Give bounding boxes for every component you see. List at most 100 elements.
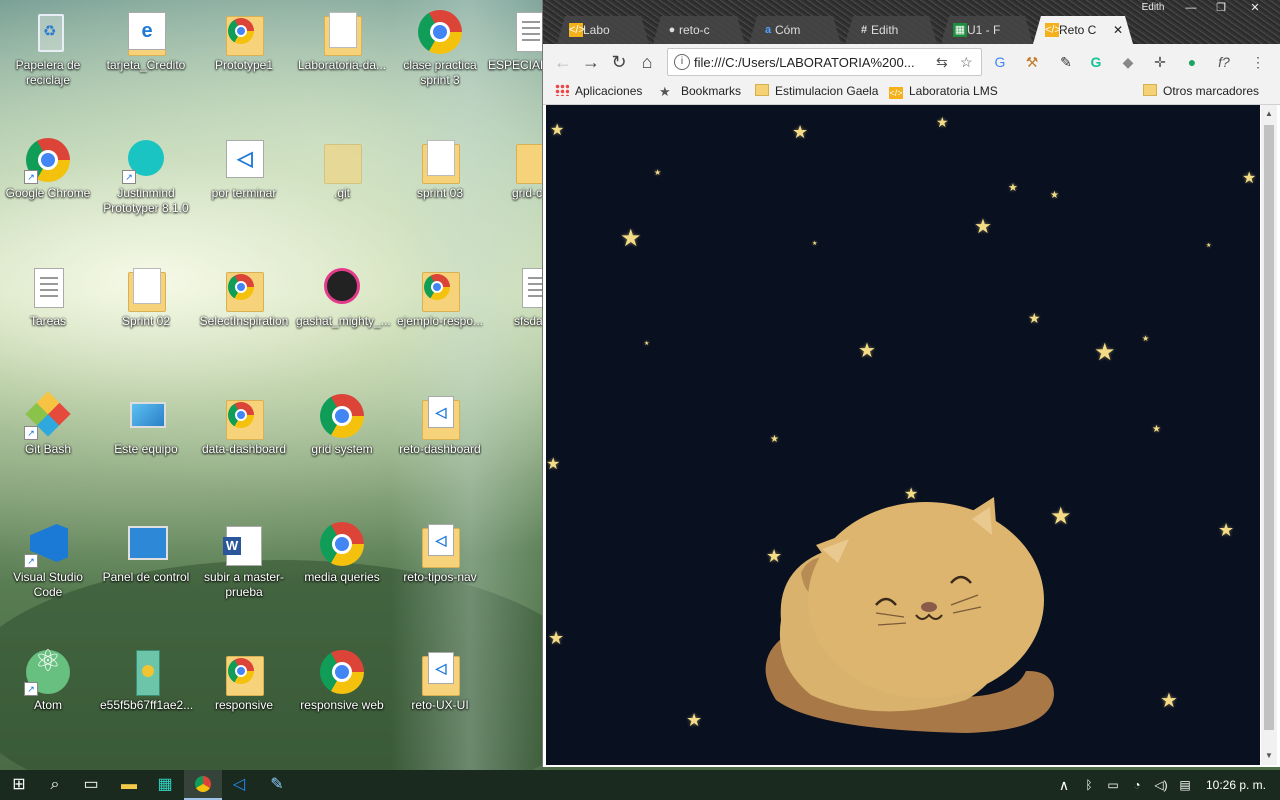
bookmark-laboratoria-lms[interactable]: </> Laboratoria LMS [889, 80, 998, 104]
scroll-down-icon[interactable]: ▼ [1261, 749, 1277, 763]
desktop-icon-grid-system[interactable]: grid system [294, 392, 390, 457]
desktop-icon-google-chrome[interactable]: ↗ Google Chrome [0, 136, 96, 201]
extension-cube-icon[interactable]: ◆ [1119, 53, 1137, 71]
bookmark-bookmarks[interactable]: ★ Bookmarks [659, 80, 741, 104]
home-icon[interactable]: ⌂ [635, 50, 659, 74]
grammarly-icon[interactable]: G [1087, 53, 1105, 71]
desktop-icon-sprint-02[interactable]: Sprint 02 [98, 264, 194, 329]
toolbar: ← → ↻ ⌂ i ⇆ ☆ G ⚒ ✎ G ◆ ✛ ● f? ⋮ [543, 44, 1280, 80]
battery-icon[interactable]: ▭ [1102, 770, 1124, 800]
address-input[interactable] [694, 52, 914, 72]
desktop-icon-clase-practica[interactable]: clase practica sprint 3 [392, 8, 488, 88]
menu-icon[interactable]: ⋮ [1249, 53, 1267, 71]
desktop-icon-tareas[interactable]: Tareas [0, 264, 96, 329]
desktop-icon-responsive-web[interactable]: responsive web [294, 648, 390, 713]
desktop-icon-laboratoria[interactable]: Laboratoria-da... [294, 8, 390, 73]
desktop-icon-tarjeta-credito[interactable]: e tarjeta_Credito [98, 8, 194, 73]
desktop-icon-label: SelectInspiration [199, 314, 289, 328]
extension-hammer-icon[interactable]: ⚒ [1023, 53, 1041, 71]
scroll-up-icon[interactable]: ▲ [1261, 107, 1277, 121]
desktop-icon-prototype1[interactable]: Prototype1 [196, 8, 292, 73]
translate-extension-icon[interactable]: G [991, 53, 1009, 71]
folder-icon [1143, 84, 1157, 96]
desktop-icon-justinmind[interactable]: ↗ Justinmind Prototyper 8.1.0 [98, 136, 194, 216]
tab-como[interactable]: a Cóm [749, 16, 841, 44]
desktop-icon-responsive[interactable]: responsive [196, 648, 292, 713]
page-viewport: ★ ★ ★ ★ ★ ★ ★ ★ ★ ★ ★ ★ ★ ★ ★ ★ ★ ★ ★ ★ ★ ★ ★ ★ ★ ★ [546, 105, 1260, 765]
task-view-icon[interactable]: ▭ [72, 770, 110, 800]
desktop-icon-reto-ux-ui[interactable]: ◁ reto-UX-UI [392, 648, 488, 713]
desktop-icon-subir-master[interactable]: subir a master-prueba [196, 520, 292, 600]
desktop-icon-label: grid system [311, 442, 373, 456]
tray-expand-icon[interactable]: ∧ [1054, 770, 1074, 800]
desktop-icon-panel-control[interactable]: Panel de control [98, 520, 194, 585]
chrome-taskbar-icon[interactable] [184, 770, 222, 800]
keyboard-icon[interactable]: ▤ [1174, 770, 1196, 800]
volume-icon[interactable]: ◁) [1150, 770, 1172, 800]
desktop-icon-recycle-bin[interactable]: Papelera de reciclaje [0, 8, 96, 88]
bluetooth-icon[interactable]: ᛒ [1080, 770, 1098, 800]
bookmark-aplicaciones[interactable]: Aplicaciones [555, 80, 642, 104]
evernote-icon[interactable]: ● [1183, 53, 1201, 71]
clock[interactable]: 10:26 p. m. [1200, 770, 1272, 800]
vscode-taskbar-icon[interactable]: ◁ [220, 770, 258, 800]
back-icon[interactable]: ← [551, 50, 575, 74]
calculator-icon[interactable]: ▦ [146, 770, 184, 800]
color-picker-icon[interactable]: ✎ [1057, 53, 1075, 71]
tab-close-icon[interactable]: ✕ [1113, 16, 1123, 44]
bookmark-otros-marcadores[interactable]: Otros marcadores [1143, 80, 1259, 104]
move-icon[interactable]: ✛ [1151, 53, 1169, 71]
folder-icon [324, 144, 362, 184]
folder-icon [755, 84, 769, 96]
desktop-icon-ejemplo-responsive[interactable]: ejemplo-respo... [392, 264, 488, 329]
user-name[interactable]: Edith [1133, 0, 1173, 16]
desktop-icon-reto-dashboard[interactable]: ◁ reto-dashboard [392, 392, 488, 457]
address-bar[interactable]: i ⇆ ☆ [667, 48, 982, 76]
desktop-icon-atom[interactable]: ↗ Atom [0, 648, 96, 713]
desktop-icon-git-bash[interactable]: ↗ Git Bash [0, 391, 96, 457]
desktop-icon-por-terminar[interactable]: ◁ por terminar [196, 136, 292, 201]
translate-icon[interactable]: ⇆ [936, 54, 948, 70]
scrollbar-thumb[interactable] [1264, 125, 1274, 730]
desktop-icon-reto-tipos-nav[interactable]: ◁ reto-tipos-nav [392, 520, 488, 585]
file-explorer-icon[interactable]: ▬ [110, 770, 148, 800]
paint-icon[interactable]: ✎ [258, 770, 296, 800]
desktop-icon-label: Laboratoria-da... [297, 58, 387, 72]
desktop-icon-gashat[interactable]: gashat_mighty_... [294, 264, 391, 329]
bookmark-star-icon[interactable]: ☆ [960, 54, 973, 70]
start-icon[interactable]: ⊞ [0, 770, 38, 800]
desktop-icon-vscode[interactable]: ↗ Visual Studio Code [0, 520, 96, 600]
bookmark-estimulacion-gaela[interactable]: Estimulacion Gaela [755, 80, 878, 104]
desktop-icon-label: data-dashboard [201, 442, 287, 456]
search-icon[interactable]: ⌕ [36, 770, 74, 800]
desktop-icon-data-dashboard[interactable]: data-dashboard [196, 392, 292, 457]
tab-slack[interactable]: # Edith [845, 16, 937, 44]
vertical-scrollbar[interactable]: ▲ ▼ [1261, 105, 1277, 765]
desktop-icon-especial[interactable]: ESPECIAL [486, 8, 547, 73]
forward-icon[interactable]: → [579, 50, 603, 74]
info-icon[interactable]: i [674, 54, 690, 70]
minimize-icon[interactable]: — [1177, 0, 1205, 16]
reload-icon[interactable]: ↻ [607, 50, 631, 74]
tab-sheets[interactable]: ▦ U1 - F [941, 16, 1033, 44]
close-icon[interactable]: ✕ [1241, 0, 1269, 16]
desktop-icon-label: clase practica sprint 3 [403, 58, 477, 87]
bookmark-label: Estimulacion Gaela [775, 84, 879, 98]
desktop-icon-este-equipo[interactable]: Este equipo [98, 392, 194, 457]
tab-reto-active[interactable]: </> Reto C ✕ [1033, 16, 1133, 44]
desktop-icon-git[interactable]: .git [294, 136, 390, 201]
wifi-icon[interactable]: ◔ [1126, 770, 1148, 800]
desktop-icon-media-queries[interactable]: media queries [294, 520, 390, 585]
recycle-bin-icon [38, 14, 64, 52]
desktop-icon-label: subir a master-prueba [203, 570, 285, 599]
desktop-icon-image-file[interactable]: e55f5b67ff1ae2... [98, 648, 194, 713]
tab-github[interactable]: ● reto-c [653, 16, 745, 44]
maximize-icon[interactable]: ❐ [1207, 0, 1235, 16]
desktop-icon-selectinspiration[interactable]: SelectInspiration [196, 264, 292, 329]
formula-icon[interactable]: f? [1215, 53, 1233, 71]
image-icon [136, 650, 160, 696]
tab-laboratoria[interactable]: </> Labo [557, 16, 649, 44]
desktop-icon-label: ejemplo-respo... [396, 314, 484, 328]
desktop-icon-sprint-03[interactable]: sprint 03 [392, 136, 488, 201]
bookmark-label: Otros marcadores [1163, 84, 1260, 98]
